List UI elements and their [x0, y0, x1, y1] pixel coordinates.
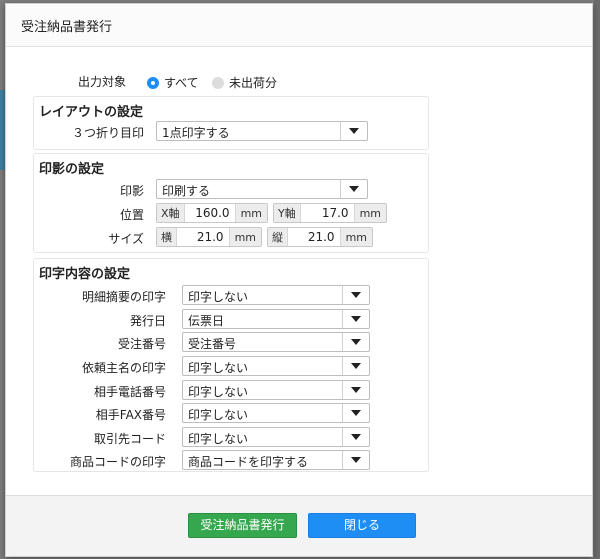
print-row-label: 依頼主名の印字 — [81, 361, 166, 375]
y-axis-prefix: Y軸 — [274, 204, 301, 222]
issue-delivery-note-dialog: 受注納品書発行 出力対象 すべて 未出荷分 レイアウトの設定 ３つ折り目印 1点… — [5, 3, 593, 557]
print-content-section: 印字内容の設定 明細摘要の印字 印字しない 発行日 伝票日 受注番号 受注番号 — [33, 258, 429, 472]
requester-name-select[interactable]: 印字しない — [182, 356, 370, 376]
stamp-select[interactable]: 印刷する — [156, 179, 368, 199]
dropdown-arrow[interactable] — [342, 286, 369, 304]
output-target-row: 出力対象 すべて 未出荷分 — [6, 71, 406, 91]
dropdown-arrow[interactable] — [342, 381, 369, 399]
chevron-down-icon — [351, 410, 361, 416]
detail-summary-select[interactable]: 印字しない — [182, 285, 370, 305]
height-prefix: 縦 — [268, 228, 288, 246]
x-axis-prefix: X軸 — [157, 204, 185, 222]
background-scrollbar — [594, 0, 600, 559]
chevron-down-icon — [351, 363, 361, 369]
select-value: 印字しない — [188, 408, 249, 422]
dropdown-arrow[interactable] — [342, 451, 369, 469]
size-label: サイズ — [108, 232, 144, 246]
select-value: 印字しない — [188, 432, 249, 446]
close-button[interactable]: 閉じる — [308, 513, 416, 538]
width-value[interactable]: 21.0 — [177, 228, 229, 246]
y-axis-unit: mm — [353, 204, 386, 222]
width-unit: mm — [228, 228, 261, 246]
select-value: 商品コードを印字する — [188, 455, 309, 469]
radio-unshipped[interactable]: 未出荷分 — [212, 74, 277, 91]
product-code-select[interactable]: 商品コードを印字する — [182, 450, 370, 470]
chevron-down-icon — [349, 186, 359, 192]
output-target-label: 出力対象 — [77, 75, 126, 89]
dropdown-arrow[interactable] — [342, 310, 369, 328]
print-content-title: 印字内容の設定 — [39, 267, 131, 282]
chevron-down-icon — [351, 387, 361, 393]
x-axis-value[interactable]: 160.0 — [185, 204, 235, 222]
stamp-value: 印刷する — [162, 184, 211, 198]
height-unit: mm — [339, 228, 372, 246]
issue-delivery-note-button[interactable]: 受注納品書発行 — [188, 513, 297, 538]
stamp-settings-title: 印影の設定 — [39, 162, 105, 177]
position-label: 位置 — [119, 208, 144, 222]
print-row-label: 相手電話番号 — [93, 385, 166, 399]
x-axis-unit: mm — [234, 204, 267, 222]
print-row-label: 明細摘要の印字 — [81, 290, 166, 304]
select-value: 伝票日 — [188, 314, 225, 328]
chevron-down-icon — [351, 339, 361, 345]
chevron-down-icon — [351, 434, 361, 440]
chevron-down-icon — [351, 316, 361, 322]
select-value: 印字しない — [188, 290, 249, 304]
print-row-label: 商品コードの印字 — [69, 455, 166, 469]
layout-settings-title: レイアウトの設定 — [39, 105, 144, 120]
print-row-label: 相手FAX番号 — [95, 408, 166, 422]
phone-number-select[interactable]: 印字しない — [182, 380, 370, 400]
layout-settings-section: レイアウトの設定 ３つ折り目印 1点印字する — [33, 96, 429, 150]
radio-all-label: すべて — [164, 76, 199, 90]
dropdown-arrow[interactable] — [342, 428, 369, 446]
dialog-title: 受注納品書発行 — [21, 19, 113, 35]
order-number-select[interactable]: 受注番号 — [182, 332, 370, 352]
x-axis-input[interactable]: X軸 160.0 mm — [156, 203, 268, 223]
height-value[interactable]: 21.0 — [288, 228, 340, 246]
print-row-label: 受注番号 — [117, 337, 166, 351]
radio-all-indicator[interactable] — [147, 76, 159, 89]
chevron-down-icon — [351, 457, 361, 463]
dropdown-arrow[interactable] — [342, 404, 369, 422]
dropdown-arrow[interactable] — [342, 333, 369, 351]
y-axis-input[interactable]: Y軸 17.0 mm — [273, 203, 387, 223]
select-value: 印字しない — [188, 361, 249, 375]
dialog-footer: 受注納品書発行 閉じる — [6, 495, 592, 556]
y-axis-value[interactable]: 17.0 — [301, 204, 354, 222]
chevron-down-icon — [349, 128, 359, 134]
radio-unshipped-indicator[interactable] — [212, 76, 224, 89]
stamp-label: 印影 — [119, 184, 144, 198]
select-value: 受注番号 — [188, 337, 237, 351]
stamp-dropdown-arrow[interactable] — [340, 180, 367, 198]
fax-number-select[interactable]: 印字しない — [182, 403, 370, 423]
stamp-settings-section: 印影の設定 印影 印刷する 位置 X軸 160.0 mm Y軸 17.0 mm … — [33, 153, 429, 253]
print-row-label: 取引先コード — [93, 432, 166, 446]
radio-unshipped-label: 未出荷分 — [229, 76, 278, 90]
height-input[interactable]: 縦 21.0 mm — [267, 227, 373, 247]
dialog-titlebar: 受注納品書発行 — [6, 4, 592, 47]
width-prefix: 横 — [157, 228, 177, 246]
dialog-content: 出力対象 すべて 未出荷分 レイアウトの設定 ３つ折り目印 1点印字する 印影の… — [6, 47, 592, 495]
select-value: 印字しない — [188, 385, 249, 399]
fold-mark-label: ３つ折り目印 — [71, 126, 144, 140]
width-input[interactable]: 横 21.0 mm — [156, 227, 262, 247]
dropdown-arrow[interactable] — [342, 357, 369, 375]
fold-mark-select[interactable]: 1点印字する — [156, 121, 368, 141]
fold-mark-value: 1点印字する — [162, 126, 230, 140]
issue-date-select[interactable]: 伝票日 — [182, 309, 370, 329]
print-row-label: 発行日 — [129, 314, 166, 328]
chevron-down-icon — [351, 292, 361, 298]
fold-mark-dropdown-arrow[interactable] — [340, 122, 367, 140]
radio-all[interactable]: すべて — [147, 74, 199, 91]
supplier-code-select[interactable]: 印字しない — [182, 427, 370, 447]
